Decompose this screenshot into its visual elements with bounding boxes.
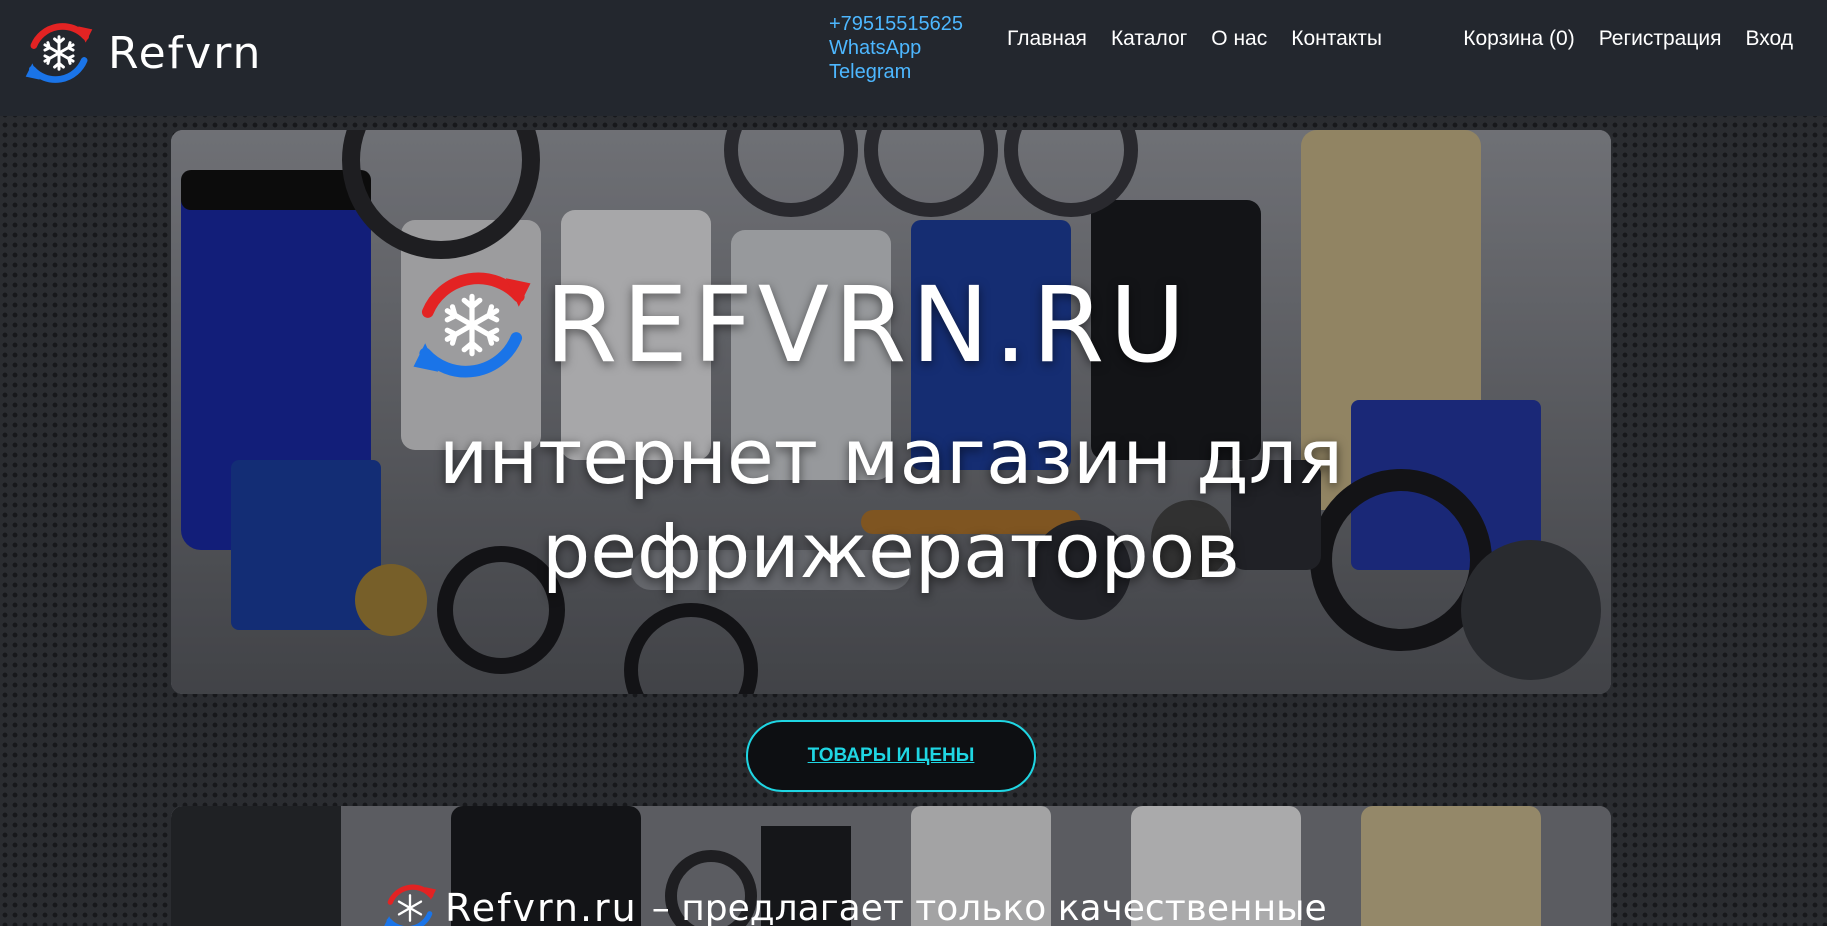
nav-contacts[interactable]: Контакты (1291, 27, 1382, 51)
hero-banner: REFVRN.RU интернет магазин для рефрижера… (171, 130, 1611, 694)
login-link[interactable]: Вход (1745, 27, 1793, 51)
site-logo[interactable]: Refvrn (22, 16, 342, 90)
about-text: – предлагает только качественные (651, 887, 1327, 926)
header-contacts: +79515515625 WhatsApp Telegram (829, 12, 979, 84)
hero-tagline-line2: рефрижераторов (542, 506, 1240, 595)
snowflake-refresh-logo-icon (413, 272, 531, 378)
nav-about[interactable]: О нас (1211, 27, 1267, 51)
nav-catalog[interactable]: Каталог (1111, 27, 1187, 51)
phone-link[interactable]: +79515515625 (829, 12, 979, 36)
snowflake-refresh-logo-icon (384, 884, 437, 926)
products-prices-button[interactable]: ТОВАРЫ И ЦЕНЫ (746, 720, 1036, 792)
main-nav: Главная Каталог О нас Контакты (1007, 24, 1406, 54)
hero-brand: REFVRN.RU (407, 250, 1347, 400)
logo-wordmark: Refvrn (108, 27, 263, 79)
register-link[interactable]: Регистрация (1599, 27, 1722, 51)
about-headline: Refvrn.ru – предлагает только качественн… (381, 876, 1327, 926)
snowflake-refresh-logo-icon (25, 23, 93, 83)
telegram-link[interactable]: Telegram (829, 60, 979, 84)
hero-tagline: интернет магазин для рефрижераторов (171, 410, 1611, 598)
hero-tagline-line1: интернет магазин для (438, 412, 1344, 501)
site-header: Refvrn +79515515625 WhatsApp Telegram Гл… (0, 0, 1827, 116)
about-banner: Refvrn.ru – предлагает только качественн… (171, 806, 1611, 926)
user-nav: Корзина (0) Регистрация Вход (1463, 24, 1793, 54)
nav-home[interactable]: Главная (1007, 27, 1087, 51)
about-brand: Refvrn.ru (445, 886, 638, 926)
hero-brand-text: REFVRN.RU (545, 264, 1191, 386)
cart-link[interactable]: Корзина (0) (1463, 27, 1575, 51)
whatsapp-link[interactable]: WhatsApp (829, 36, 979, 60)
